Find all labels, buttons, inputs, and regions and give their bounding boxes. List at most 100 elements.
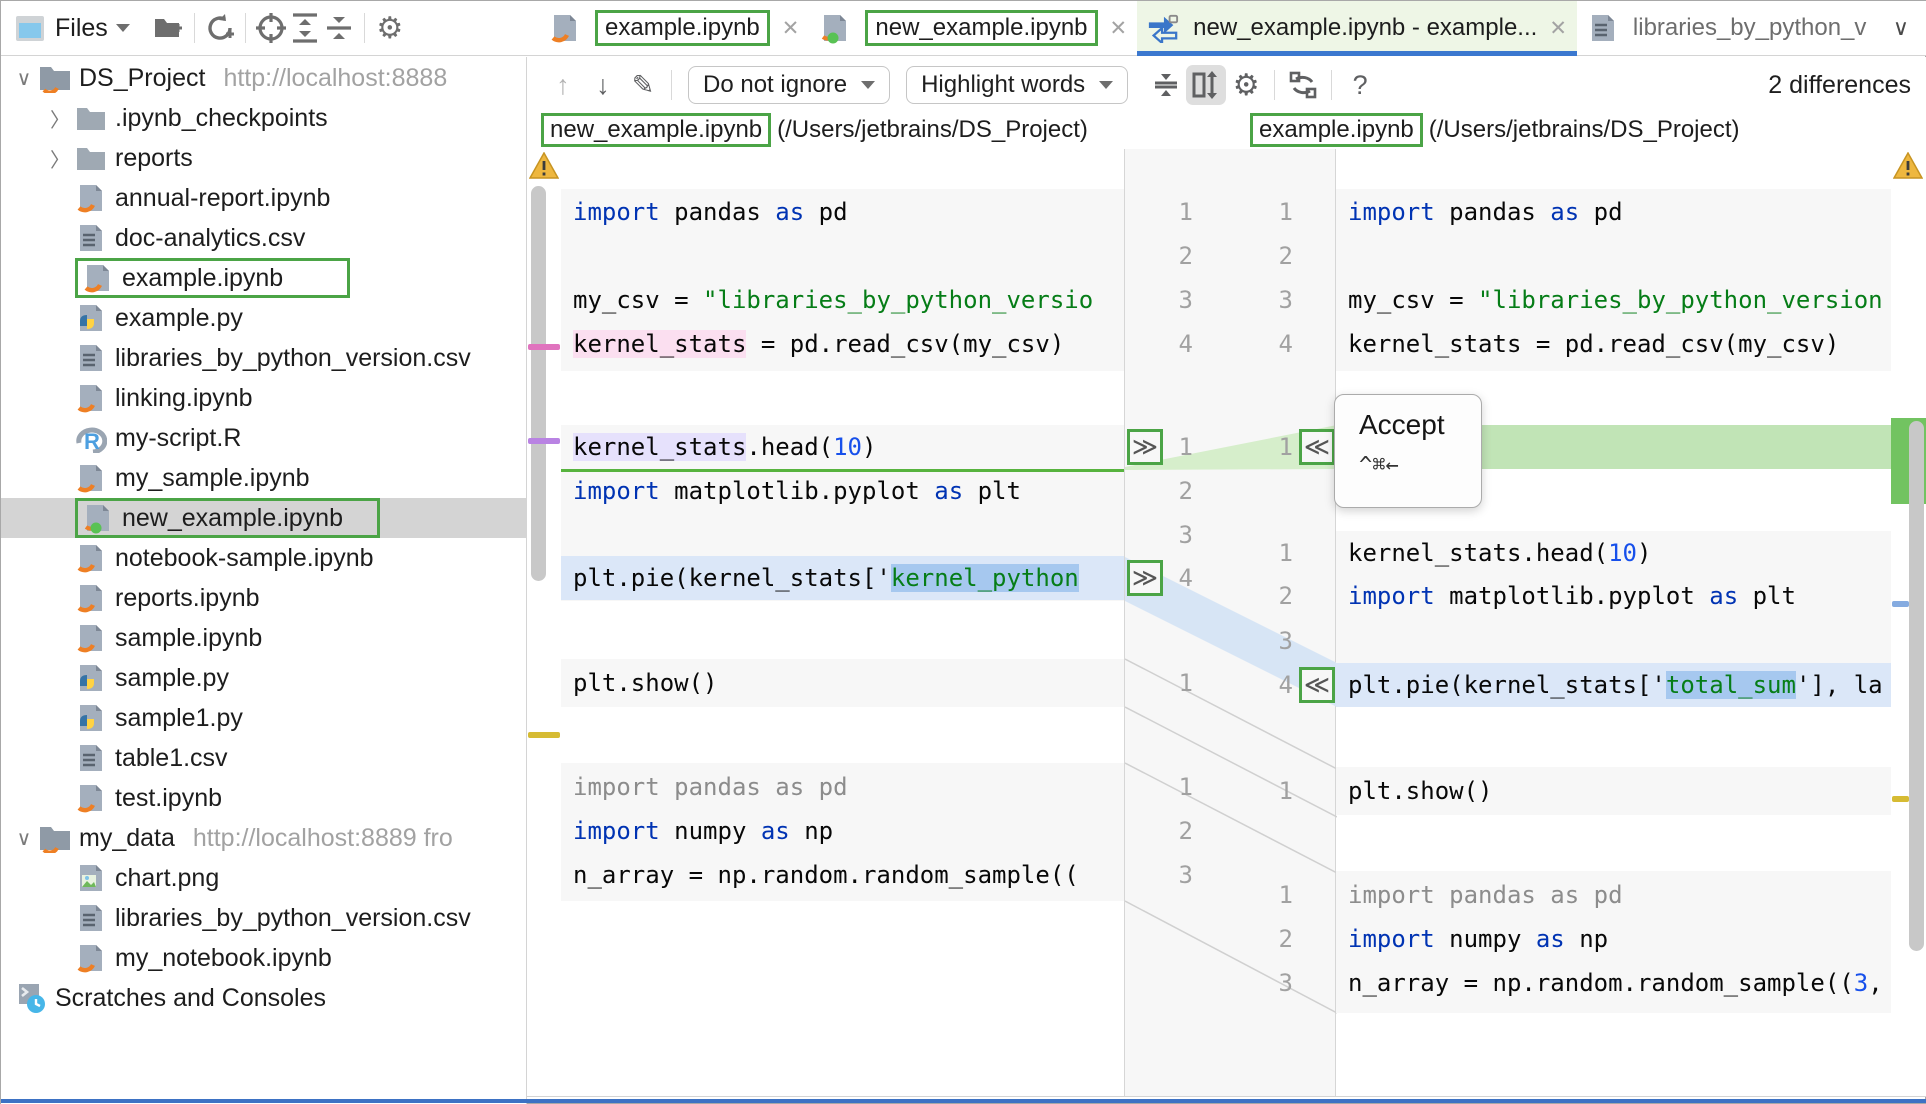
close-icon[interactable]: ✕ [1110, 16, 1128, 41]
tree-item-reports-ipynb[interactable]: reports.ipynb [1, 578, 527, 618]
tree-item-my-sample-ipynb[interactable]: my_sample.ipynb [1, 458, 527, 498]
tab-example-ipynb[interactable]: example.ipynb✕ [539, 1, 809, 55]
tree-item-example-ipynb[interactable]: example.ipynb [1, 258, 527, 298]
code-token: plt.show() [573, 669, 718, 697]
tab-new-example-ipynb-example-[interactable]: new_example.ipynb - example...✕ [1137, 1, 1577, 55]
ipynb-icon [75, 462, 107, 494]
tree-item-sample-ipynb[interactable]: sample.ipynb [1, 618, 527, 658]
stripe-change-marker[interactable] [528, 438, 560, 444]
right-line-number: 1 [1233, 531, 1293, 575]
tree-item-example-py[interactable]: example.py [1, 298, 527, 338]
tool-window-icon[interactable] [13, 11, 47, 45]
code-token: as [934, 477, 963, 505]
ipynb-icon [82, 262, 114, 294]
tree-item-reports[interactable]: 〉reports [1, 138, 527, 178]
tree-item-my-script-r[interactable]: Rmy-script.R [1, 418, 527, 458]
code-token: as [1550, 198, 1579, 226]
settings-gear-icon[interactable]: ⚙ [373, 11, 407, 45]
code-line: plt.show() [1336, 769, 1891, 813]
accept-right-chevron-bottom[interactable]: ≫ [1127, 560, 1163, 596]
diff-settings-icon[interactable]: ⚙ [1226, 65, 1266, 105]
close-icon[interactable]: ✕ [782, 16, 800, 41]
right-line-number: 4 [1233, 663, 1293, 707]
tree-item-my-data[interactable]: ∨my_datahttp://localhost:8889 fro [1, 818, 527, 858]
tab-libraries-by-python-v[interactable]: libraries_by_python_v [1577, 1, 1882, 55]
ipynb-icon [75, 382, 107, 414]
ignore-policy-dropdown[interactable]: Do not ignore [688, 66, 890, 104]
stripe-change-marker[interactable] [1892, 796, 1909, 802]
py-icon [75, 302, 107, 334]
stripe-change-marker[interactable] [1892, 601, 1909, 607]
chevron-down-icon[interactable] [116, 24, 130, 32]
tree-item-table1-csv[interactable]: table1.csv [1, 738, 527, 778]
accept-tooltip-title[interactable]: Accept [1359, 409, 1481, 441]
chevron-right-icon[interactable]: 〉 [45, 144, 75, 173]
py-icon [75, 702, 107, 734]
toolbar-separator [1331, 70, 1332, 100]
left-error-stripe[interactable] [527, 149, 561, 1097]
accept-left-chevron-top[interactable]: ≪ [1299, 429, 1335, 465]
ipynb-icon [75, 622, 107, 654]
png-icon [75, 862, 107, 894]
chevron-right-icon[interactable]: 〉 [45, 104, 75, 133]
chevron-down-icon[interactable]: ∨ [9, 826, 39, 851]
scrollbar-thumb[interactable] [531, 186, 546, 581]
tree-item-libraries-by-python-version-csv[interactable]: libraries_by_python_version.csv [1, 898, 527, 938]
chevron-down-icon[interactable]: ∨ [9, 66, 39, 91]
tree-item-label: annual-report.ipynb [115, 184, 330, 213]
tree-item-doc-analytics-csv[interactable]: doc-analytics.csv [1, 218, 527, 258]
tree-item-chart-png[interactable]: chart.png [1, 858, 527, 898]
code-token: kernel_stats [573, 433, 746, 461]
tree-item-annual-report-ipynb[interactable]: annual-report.ipynb [1, 178, 527, 218]
collapse-all-icon[interactable] [322, 11, 356, 45]
collapse-unchanged-icon[interactable] [1146, 65, 1186, 105]
hidden-tabs-chevron-icon[interactable]: ∨ [1893, 1, 1926, 55]
tree-item-label: chart.png [115, 864, 219, 893]
locate-icon[interactable] [254, 11, 288, 45]
code-token: import [573, 817, 660, 845]
new-folder-icon[interactable] [152, 11, 186, 45]
edit-icon[interactable]: ✎ [623, 65, 663, 105]
code-token: numpy [660, 817, 761, 845]
warning-icon[interactable] [529, 152, 559, 179]
tree-item-notebook-sample-ipynb[interactable]: notebook-sample.ipynb [1, 538, 527, 578]
tree-item-libraries-by-python-version-csv[interactable]: libraries_by_python_version.csv [1, 338, 527, 378]
code-token: total_sum [1666, 671, 1796, 699]
right-line-number: 3 [1233, 278, 1293, 322]
right-editor[interactable]: import pandas as pdmy_csv = "libraries_b… [1336, 149, 1891, 1097]
tree-item--ipynb-checkpoints[interactable]: 〉.ipynb_checkpoints [1, 98, 527, 138]
tree-item-linking-ipynb[interactable]: linking.ipynb [1, 378, 527, 418]
previous-difference-icon[interactable]: ↑ [543, 65, 583, 105]
accept-left-chevron-bottom[interactable]: ≪ [1299, 667, 1335, 703]
highlight-policy-dropdown[interactable]: Highlight words [906, 66, 1128, 104]
stripe-change-marker[interactable] [528, 344, 560, 350]
right-error-stripe[interactable] [1891, 149, 1926, 1097]
sync-scroll-icon[interactable] [1186, 65, 1226, 105]
expand-all-icon[interactable] [288, 11, 322, 45]
help-icon[interactable]: ? [1340, 65, 1380, 105]
files-dropdown-label[interactable]: Files [55, 14, 108, 43]
tree-item-new-example-ipynb[interactable]: new_example.ipynb [1, 498, 527, 538]
tab-new-example-ipynb[interactable]: new_example.ipynb✕ [809, 1, 1137, 55]
code-token: plt.pie(kernel_stats[' [573, 564, 891, 592]
accept-tooltip: Accept ^⌘← [1334, 394, 1482, 508]
tree-item-sample1-py[interactable]: sample1.py [1, 698, 527, 738]
folder-icon [75, 102, 107, 134]
file-tree: ∨DS_Projecthttp://localhost:8888〉.ipynb_… [1, 57, 527, 1104]
warning-icon[interactable] [1893, 152, 1923, 179]
tree-item-test-ipynb[interactable]: test.ipynb [1, 778, 527, 818]
code-token: pd [804, 198, 847, 226]
accept-right-chevron-top[interactable]: ≫ [1127, 429, 1163, 465]
scrollbar-thumb[interactable] [1909, 421, 1924, 951]
swap-sides-icon[interactable] [1283, 65, 1323, 105]
next-difference-icon[interactable]: ↓ [583, 65, 623, 105]
tree-item-my-notebook-ipynb[interactable]: my_notebook.ipynb [1, 938, 527, 978]
tree-item-scratches-and-consoles[interactable]: Scratches and Consoles [1, 978, 527, 1018]
left-editor[interactable]: import pandas as pdmy_csv = "libraries_b… [561, 149, 1124, 1097]
tree-item-ds-project[interactable]: ∨DS_Projecthttp://localhost:8888 [1, 58, 527, 98]
tree-item-sample-py[interactable]: sample.py [1, 658, 527, 698]
stripe-change-marker[interactable] [528, 732, 560, 738]
refresh-icon[interactable] [203, 11, 237, 45]
left-line-number: 2 [1133, 234, 1193, 278]
close-icon[interactable]: ✕ [1549, 16, 1567, 41]
